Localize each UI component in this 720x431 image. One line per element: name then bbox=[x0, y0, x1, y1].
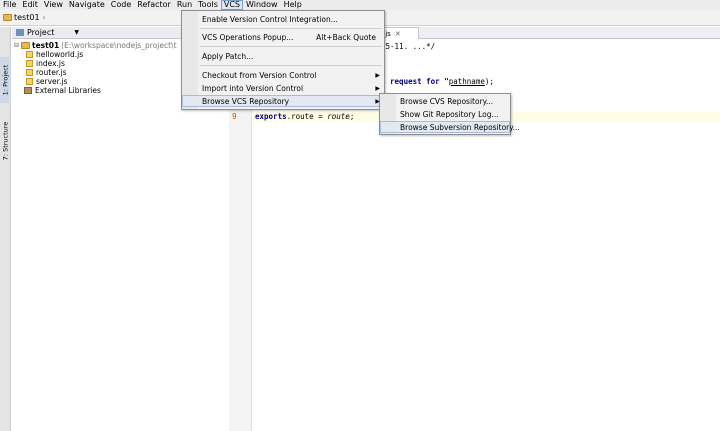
vcs-menu: Enable Version Control Integration... VC… bbox=[181, 10, 385, 110]
js-file-icon bbox=[26, 78, 33, 85]
code-line: 05-11. ...*/ bbox=[381, 42, 436, 51]
folder-icon bbox=[3, 14, 12, 21]
breadcrumb-project[interactable]: test01 bbox=[14, 13, 40, 22]
menu-item-vcs-operations-popup[interactable]: VCS Operations Popup... Alt+Back Quote bbox=[182, 31, 384, 43]
tree-file[interactable]: server.js bbox=[26, 77, 67, 86]
menu-window[interactable]: Window bbox=[243, 0, 281, 10]
menu-item-browse-subversion[interactable]: Browse Subversion Repository... bbox=[380, 121, 520, 133]
menu-item-apply-patch[interactable]: Apply Patch... bbox=[182, 50, 384, 62]
project-panel-title: Project bbox=[27, 28, 55, 37]
tree-root[interactable]: ⊟ test01 (E:\workspace\nodejs_project\t bbox=[14, 41, 177, 50]
tool-tab-project[interactable]: 1: Project bbox=[0, 57, 11, 103]
js-file-icon bbox=[26, 69, 33, 76]
menu-item-show-git-log[interactable]: Show Git Repository Log... bbox=[380, 108, 510, 120]
collapse-icon[interactable]: ⊟ bbox=[14, 42, 21, 49]
close-icon[interactable]: ✕ bbox=[395, 30, 401, 38]
menu-item-browse-cvs[interactable]: Browse CVS Repository... bbox=[380, 95, 510, 107]
shortcut-label: Alt+Back Quote bbox=[316, 32, 376, 42]
tree-external-libraries[interactable]: External Libraries bbox=[24, 86, 101, 95]
project-panel-header[interactable]: Project ▼ bbox=[12, 27, 182, 39]
menu-refactor[interactable]: Refactor bbox=[134, 0, 174, 10]
menu-help[interactable]: Help bbox=[281, 0, 305, 10]
tool-tab-structure[interactable]: 7: Structure bbox=[0, 117, 11, 165]
menu-separator bbox=[200, 46, 382, 47]
menu-run[interactable]: Run bbox=[174, 0, 195, 10]
menu-item-checkout-from-vcs[interactable]: Checkout from Version Control ▶ bbox=[182, 69, 384, 81]
editor-tab[interactable]: .js ✕ bbox=[379, 27, 419, 39]
left-tool-strip: 1: Project 7: Structure bbox=[0, 27, 11, 431]
menu-navigate[interactable]: Navigate bbox=[66, 0, 108, 10]
submenu-arrow-icon: ▶ bbox=[375, 84, 380, 92]
menu-code[interactable]: Code bbox=[108, 0, 134, 10]
menu-view[interactable]: View bbox=[41, 0, 66, 10]
line-number: 9 bbox=[232, 112, 237, 121]
menu-bar: File Edit View Navigate Code Refactor Ru… bbox=[0, 0, 720, 10]
project-icon bbox=[16, 29, 24, 36]
menu-separator bbox=[200, 65, 382, 66]
folder-icon bbox=[21, 42, 30, 49]
tree-file[interactable]: index.js bbox=[26, 59, 65, 68]
code-line: a request for "pathname); bbox=[381, 77, 494, 86]
menu-item-browse-vcs-repository[interactable]: Browse VCS Repository ▶ bbox=[182, 95, 384, 107]
library-icon bbox=[24, 87, 32, 94]
menu-vcs[interactable]: VCS bbox=[220, 0, 244, 10]
chevron-right-icon: › bbox=[42, 13, 46, 22]
menu-item-enable-vcs-integration[interactable]: Enable Version Control Integration... bbox=[182, 13, 384, 25]
js-file-icon bbox=[26, 51, 33, 58]
chevron-down-icon[interactable]: ▼ bbox=[74, 29, 79, 36]
menu-tools[interactable]: Tools bbox=[195, 0, 221, 10]
tree-file[interactable]: router.js bbox=[26, 68, 67, 77]
tree-file[interactable]: helloworld.js bbox=[26, 50, 83, 59]
js-file-icon bbox=[26, 60, 33, 67]
menu-separator bbox=[200, 28, 382, 29]
menu-file[interactable]: File bbox=[0, 0, 19, 10]
menu-edit[interactable]: Edit bbox=[19, 0, 41, 10]
browse-vcs-submenu: Browse CVS Repository... Show Git Reposi… bbox=[379, 93, 520, 135]
menu-item-import-into-vcs[interactable]: Import into Version Control ▶ bbox=[182, 82, 384, 94]
submenu-arrow-icon: ▶ bbox=[375, 71, 380, 79]
